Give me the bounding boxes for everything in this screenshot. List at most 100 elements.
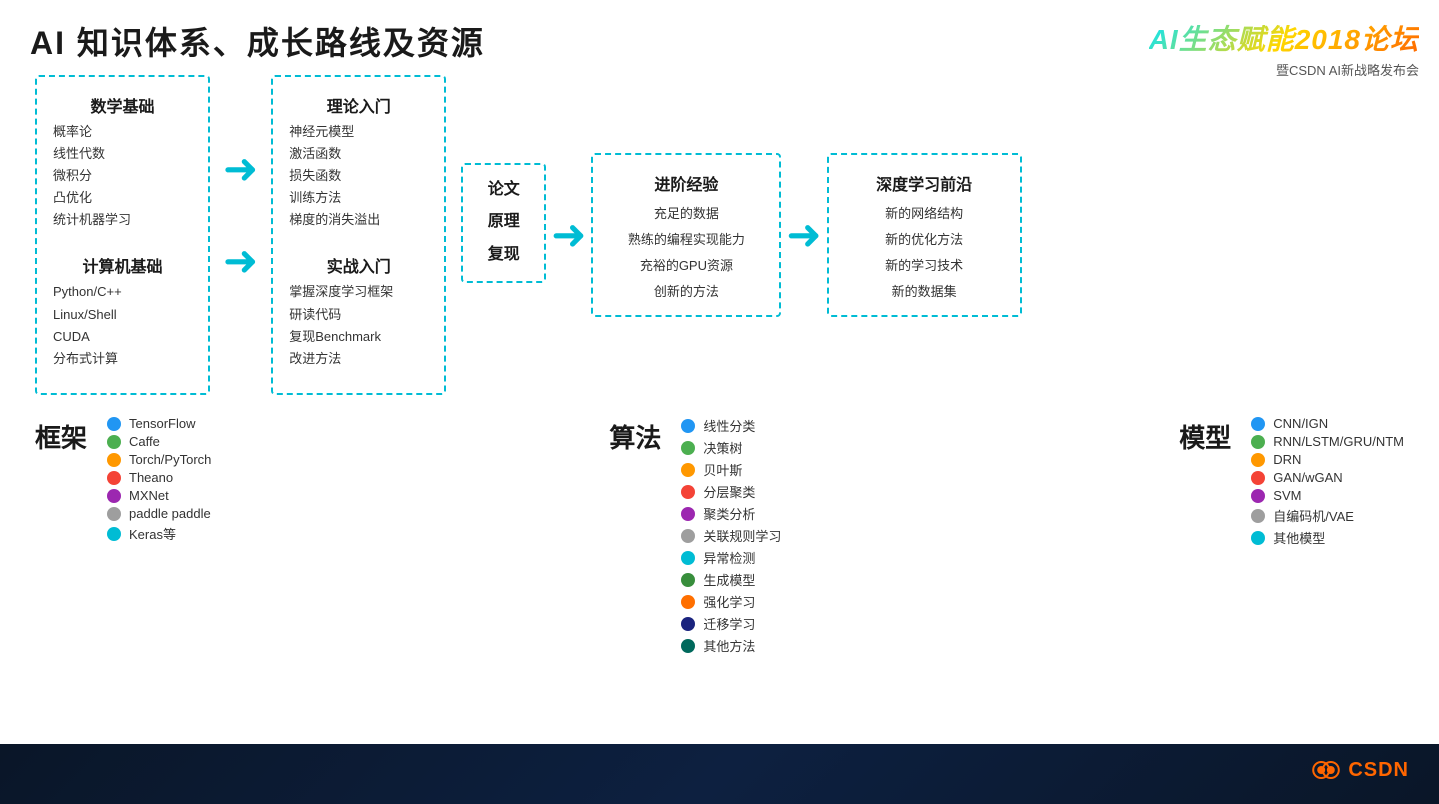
fw-item-3: Theano [107, 470, 211, 485]
advanced-title: 进阶经验 [654, 171, 718, 195]
csdn-logo: CSDN [1310, 754, 1409, 786]
advanced-item-3: 充裕的GPU资源 [640, 255, 733, 277]
arrow-3: ➜ [551, 214, 586, 256]
fw-item-1: Caffe [107, 434, 211, 449]
mdl-dot-1 [1251, 435, 1265, 449]
alg-dot-10 [681, 639, 695, 653]
fw-name-6: Keras等 [129, 524, 176, 543]
alg-item-7: 生成模型 [681, 570, 781, 589]
theory-item-3: 损失函数 [289, 165, 428, 187]
alg-dot-6 [681, 551, 695, 565]
mdl-name-4: SVM [1273, 488, 1301, 503]
fw-item-5: paddle paddle [107, 506, 211, 521]
math-item-3: 微积分 [53, 165, 192, 187]
practice-item-3: 复现Benchmark [289, 326, 428, 348]
framework-list: TensorFlow Caffe Torch/PyTorch Theano MX… [107, 416, 211, 543]
alg-name-10: 其他方法 [703, 636, 755, 655]
fw-dot-0 [107, 417, 121, 431]
fw-item-2: Torch/PyTorch [107, 452, 211, 467]
theory-item-1: 神经元模型 [289, 121, 428, 143]
fw-item-6: Keras等 [107, 524, 211, 543]
alg-name-8: 强化学习 [703, 592, 755, 611]
alg-name-5: 关联规则学习 [703, 526, 781, 545]
mdl-name-0: CNN/IGN [1273, 416, 1328, 431]
paper-line-3: 复现 [488, 241, 520, 270]
paper-line-2: 原理 [488, 208, 520, 237]
math-item-2: 线性代数 [53, 143, 192, 165]
deep-item-3: 新的学习技术 [885, 255, 963, 277]
math-box: 数学基础 概率论 线性代数 微积分 凸优化 统计机器学习 计算机基础 Pytho… [35, 75, 210, 395]
math-item-4: 凸优化 [53, 187, 192, 209]
main-title: AI 知识体系、成长路线及资源 [30, 18, 485, 64]
cs-item-4: 分布式计算 [53, 348, 192, 370]
alg-name-2: 贝叶斯 [703, 460, 742, 479]
fw-dot-6 [107, 527, 121, 541]
mdl-name-1: RNN/LSTM/GRU/NTM [1273, 434, 1404, 449]
mdl-item-1: RNN/LSTM/GRU/NTM [1251, 434, 1404, 449]
theory-item-5: 梯度的消失溢出 [289, 209, 428, 231]
alg-name-3: 分层聚类 [703, 482, 755, 501]
alg-name-4: 聚类分析 [703, 504, 755, 523]
alg-item-2: 贝叶斯 [681, 460, 781, 479]
alg-item-4: 聚类分析 [681, 504, 781, 523]
alg-item-5: 关联规则学习 [681, 526, 781, 545]
advanced-item-1: 充足的数据 [654, 203, 719, 225]
alg-item-9: 迁移学习 [681, 614, 781, 633]
alg-dot-1 [681, 441, 695, 455]
theory-title: 理论入门 [289, 93, 428, 117]
logo-title: AI生态赋能2018论坛 [1149, 18, 1419, 58]
deep-box: 深度学习前沿 新的网络结构 新的优化方法 新的学习技术 新的数据集 [827, 153, 1022, 317]
advanced-item-4: 创新的方法 [654, 281, 719, 303]
alg-dot-0 [681, 419, 695, 433]
fw-name-1: Caffe [129, 434, 160, 449]
alg-dot-3 [681, 485, 695, 499]
alg-name-6: 异常检测 [703, 548, 755, 567]
cs-item-3: CUDA [53, 326, 192, 348]
framework-section: 框架 TensorFlow Caffe Torch/PyTorch Theano [35, 413, 211, 655]
cs-item-2: Linux/Shell [53, 304, 192, 326]
alg-item-0: 线性分类 [681, 416, 781, 435]
deep-title: 深度学习前沿 [876, 171, 972, 195]
mdl-name-2: DRN [1273, 452, 1301, 467]
logo-subtitle: 暨CSDN AI新战略发布会 [1276, 60, 1419, 79]
alg-dot-2 [681, 463, 695, 477]
advanced-box: 进阶经验 充足的数据 熟练的编程实现能力 充裕的GPU资源 创新的方法 [591, 153, 781, 317]
fw-item-0: TensorFlow [107, 416, 211, 431]
practice-item-4: 改进方法 [289, 348, 428, 370]
main-content: 数学基础 概率论 线性代数 微积分 凸优化 统计机器学习 计算机基础 Pytho… [0, 75, 1439, 744]
mdl-item-4: SVM [1251, 488, 1404, 503]
alg-name-7: 生成模型 [703, 570, 755, 589]
theory-box: 理论入门 神经元模型 激活函数 损失函数 训练方法 梯度的消失溢出 实战入门 掌… [271, 75, 446, 395]
mdl-item-0: CNN/IGN [1251, 416, 1404, 431]
fw-name-5: paddle paddle [129, 506, 211, 521]
csdn-text: CSDN [1348, 759, 1409, 782]
mdl-dot-0 [1251, 417, 1265, 431]
fw-dot-5 [107, 507, 121, 521]
alg-item-1: 决策树 [681, 438, 781, 457]
mdl-dot-6 [1251, 531, 1265, 545]
mdl-item-2: DRN [1251, 452, 1404, 467]
fw-dot-4 [107, 489, 121, 503]
alg-dot-7 [681, 573, 695, 587]
math-title: 数学基础 [53, 93, 192, 117]
model-list: CNN/IGN RNN/LSTM/GRU/NTM DRN GAN/wGAN SV… [1251, 416, 1404, 547]
fw-dot-1 [107, 435, 121, 449]
practice-item-1: 掌握深度学习框架 [289, 281, 428, 303]
alg-dot-9 [681, 617, 695, 631]
algorithm-list: 线性分类 决策树 贝叶斯 分层聚类 聚类分析 [681, 416, 781, 655]
alg-item-10: 其他方法 [681, 636, 781, 655]
alg-dot-5 [681, 529, 695, 543]
alg-dot-4 [681, 507, 695, 521]
alg-name-1: 决策树 [703, 438, 742, 457]
fw-name-2: Torch/PyTorch [129, 452, 211, 467]
deep-item-4: 新的数据集 [892, 281, 957, 303]
mdl-item-6: 其他模型 [1251, 528, 1404, 547]
model-label: 模型 [1179, 418, 1231, 455]
algorithm-label: 算法 [609, 418, 661, 455]
theory-item-2: 激活函数 [289, 143, 428, 165]
mdl-name-5: 自编码机/VAE [1273, 506, 1354, 525]
advanced-item-2: 熟练的编程实现能力 [628, 229, 745, 251]
model-section: 模型 CNN/IGN RNN/LSTM/GRU/NTM DRN GAN/wGAN [1179, 413, 1404, 655]
deep-item-1: 新的网络结构 [885, 203, 963, 225]
framework-label: 框架 [35, 418, 87, 455]
